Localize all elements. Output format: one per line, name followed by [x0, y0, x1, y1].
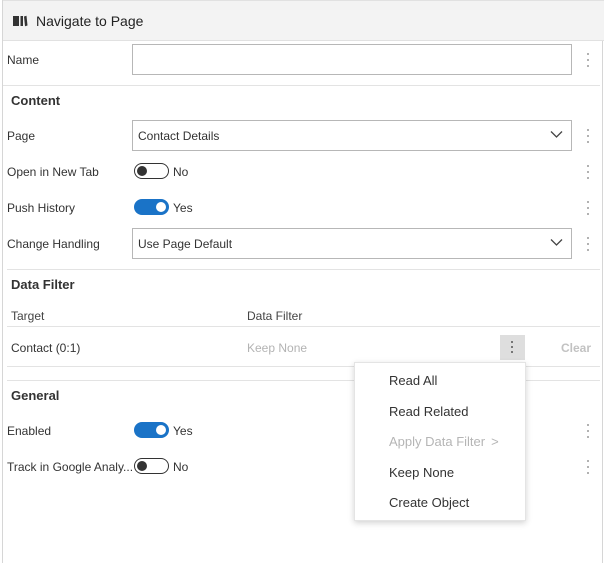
row-filter-value: Keep None [247, 341, 308, 355]
menu-item-create-object[interactable]: Create Object [389, 495, 469, 510]
clear-button[interactable]: Clear [561, 341, 591, 355]
track-ga-label: Track in Google Analy... [7, 460, 134, 474]
menu-item-apply-data-filter-label: Apply Data Filter [389, 434, 486, 449]
page-select-value: Contact Details [138, 129, 220, 143]
push-history-more-icon[interactable] [586, 200, 590, 216]
change-handling-label: Change Handling [7, 237, 100, 251]
menu-item-read-related[interactable]: Read Related [389, 404, 469, 419]
menu-item-apply-data-filter: Apply Data Filter > [389, 434, 499, 449]
name-label: Name [7, 53, 40, 67]
chevron-down-icon [550, 131, 563, 138]
section-data-filter-title: Data Filter [11, 277, 75, 292]
name-more-icon[interactable] [586, 52, 590, 68]
name-input[interactable] [132, 44, 572, 75]
enabled-label: Enabled [7, 424, 52, 438]
open-new-tab-label: Open in New Tab [7, 165, 99, 179]
menu-item-keep-none[interactable]: Keep None [389, 465, 454, 480]
open-new-tab-state: No [173, 165, 189, 179]
divider [7, 269, 600, 270]
push-history-toggle[interactable] [134, 199, 169, 215]
change-handling-more-icon[interactable] [586, 236, 590, 252]
enabled-toggle[interactable] [134, 422, 169, 438]
open-new-tab-toggle[interactable] [134, 163, 169, 179]
section-general-title: General [11, 388, 60, 403]
column-header-target: Target [11, 309, 45, 323]
open-new-tab-more-icon[interactable] [586, 164, 590, 180]
chevron-right-icon: > [491, 434, 499, 449]
track-ga-toggle[interactable] [134, 458, 169, 474]
track-ga-state: No [173, 460, 189, 474]
panel-title: Navigate to Page [36, 13, 144, 29]
page-more-icon[interactable] [586, 128, 590, 144]
enabled-state: Yes [173, 424, 193, 438]
change-handling-value: Use Page Default [138, 237, 233, 251]
page-label: Page [7, 129, 36, 143]
change-handling-select[interactable]: Use Page Default [132, 228, 572, 259]
context-menu: Read All Read Related Apply Data Filter >… [354, 362, 526, 521]
track-ga-more-icon[interactable] [586, 459, 590, 475]
divider [7, 326, 600, 327]
section-content-title: Content [11, 93, 61, 108]
row-target: Contact (0:1) [11, 341, 81, 355]
book-icon [13, 15, 28, 27]
page-select[interactable]: Contact Details [132, 120, 572, 151]
divider [3, 85, 600, 86]
column-header-data-filter: Data Filter [247, 309, 303, 323]
chevron-down-icon [550, 239, 563, 246]
panel-header: Navigate to Page [3, 0, 604, 41]
push-history-state: Yes [173, 201, 193, 215]
menu-item-read-all[interactable]: Read All [389, 373, 437, 388]
push-history-label: Push History [7, 201, 76, 215]
enabled-more-icon[interactable] [586, 423, 590, 439]
row-more-button[interactable] [500, 335, 525, 360]
